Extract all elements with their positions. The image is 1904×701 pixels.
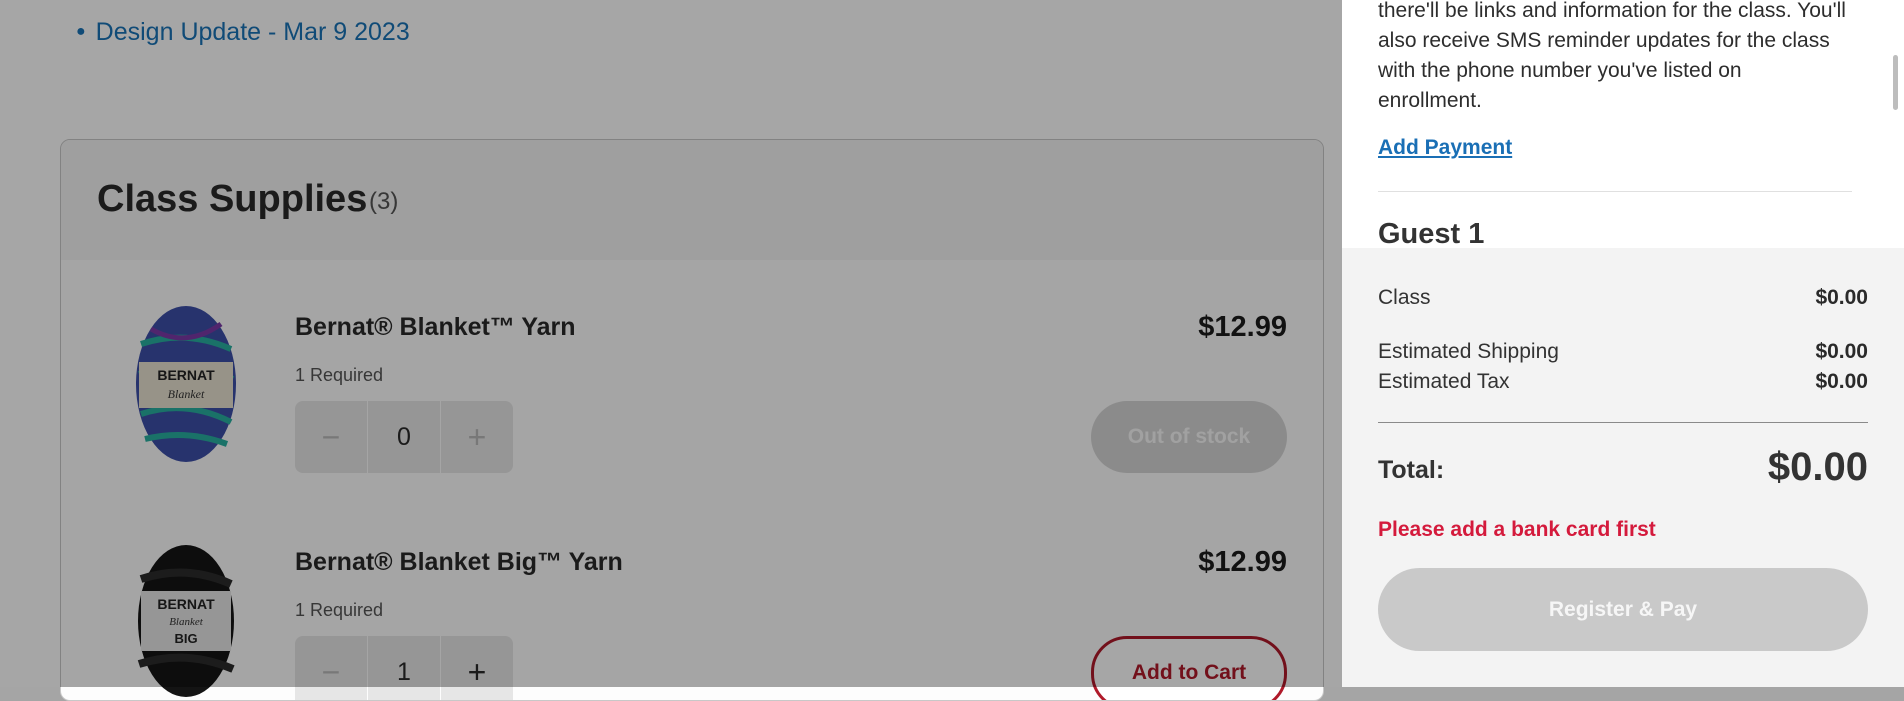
yarn-ball-image: BERNAT Blanket	[136, 306, 236, 462]
order-summary: Class $0.00 Estimated Shipping $0.00 Est…	[1342, 248, 1904, 687]
class-supplies-title: Class Supplies	[97, 178, 368, 220]
supply-item: BERNAT Blanket BIG Bernat® Blanket Big™ …	[61, 495, 1323, 700]
minus-icon: −	[321, 418, 341, 455]
panel-scrollbar[interactable]	[1893, 55, 1898, 110]
summary-value: $0.00	[1815, 370, 1868, 393]
quantity-value: 1	[368, 636, 440, 700]
quantity-stepper: − 1 +	[295, 636, 513, 700]
summary-label: Class	[1378, 286, 1431, 309]
summary-value: $0.00	[1815, 340, 1868, 363]
background-page: ● Design Update - Mar 9 2023 Class Suppli…	[0, 0, 1342, 701]
svg-text:BERNAT: BERNAT	[157, 367, 215, 383]
yarn-ball-image: BERNAT Blanket BIG	[137, 545, 235, 697]
summary-label: Estimated Tax	[1378, 370, 1510, 393]
supply-item: BERNAT Blanket Bernat® Blanket™ Yarn 1 R…	[61, 260, 1323, 490]
design-update-link[interactable]: ● Design Update - Mar 9 2023	[76, 18, 410, 47]
increase-quantity-button[interactable]: +	[441, 636, 513, 700]
decrease-quantity-button[interactable]: −	[295, 636, 367, 700]
item-price: $12.99	[1198, 546, 1287, 578]
guest-heading: Guest 1	[1378, 218, 1485, 248]
add-payment-link[interactable]: Add Payment	[1378, 136, 1512, 160]
register-pay-button[interactable]: Register & Pay	[1378, 568, 1868, 651]
class-supplies-header: Class Supplies (3)	[61, 140, 1323, 260]
quantity-stepper: − 0 +	[295, 401, 513, 473]
summary-label: Estimated Shipping	[1378, 340, 1559, 363]
svg-text:BERNAT: BERNAT	[157, 596, 215, 612]
svg-text:Blanket: Blanket	[168, 387, 205, 401]
total-label: Total:	[1378, 456, 1445, 484]
class-supplies-count: (3)	[369, 188, 399, 215]
decrease-quantity-button[interactable]: −	[295, 401, 367, 473]
panel-scroll-area[interactable]: there'll be links and information for th…	[1342, 0, 1904, 248]
summary-row-shipping: Estimated Shipping $0.00	[1378, 340, 1868, 364]
class-info-text: there'll be links and information for th…	[1378, 0, 1846, 112]
plus-icon: +	[467, 653, 487, 690]
bullet-icon: ●	[76, 23, 86, 40]
svg-text:Blanket: Blanket	[169, 616, 204, 628]
increase-quantity-button[interactable]: +	[441, 401, 513, 473]
total-value: $0.00	[1767, 445, 1868, 489]
item-name[interactable]: Bernat® Blanket™ Yarn	[295, 313, 576, 342]
class-supplies-card: Class Supplies (3) BERNAT Blanket Bernat…	[60, 139, 1324, 701]
plus-icon: +	[467, 418, 487, 455]
out-of-stock-button[interactable]: Out of stock	[1091, 401, 1287, 473]
summary-value: $0.00	[1815, 286, 1868, 309]
svg-text:BIG: BIG	[174, 631, 197, 646]
item-required: 1 Required	[295, 365, 384, 385]
item-price: $12.99	[1198, 311, 1287, 343]
summary-divider	[1378, 422, 1868, 423]
item-name[interactable]: Bernat® Blanket Big™ Yarn	[295, 548, 623, 577]
summary-row-class: Class $0.00	[1378, 286, 1868, 310]
item-required: 1 Required	[295, 600, 384, 620]
section-divider	[1378, 191, 1852, 192]
add-to-cart-button[interactable]: Add to Cart	[1091, 636, 1287, 700]
minus-icon: −	[321, 653, 341, 690]
summary-row-tax: Estimated Tax $0.00	[1378, 370, 1868, 394]
quantity-value: 0	[368, 401, 440, 473]
payment-error-message: Please add a bank card first	[1378, 518, 1656, 541]
checkout-panel: there'll be links and information for th…	[1342, 0, 1904, 687]
